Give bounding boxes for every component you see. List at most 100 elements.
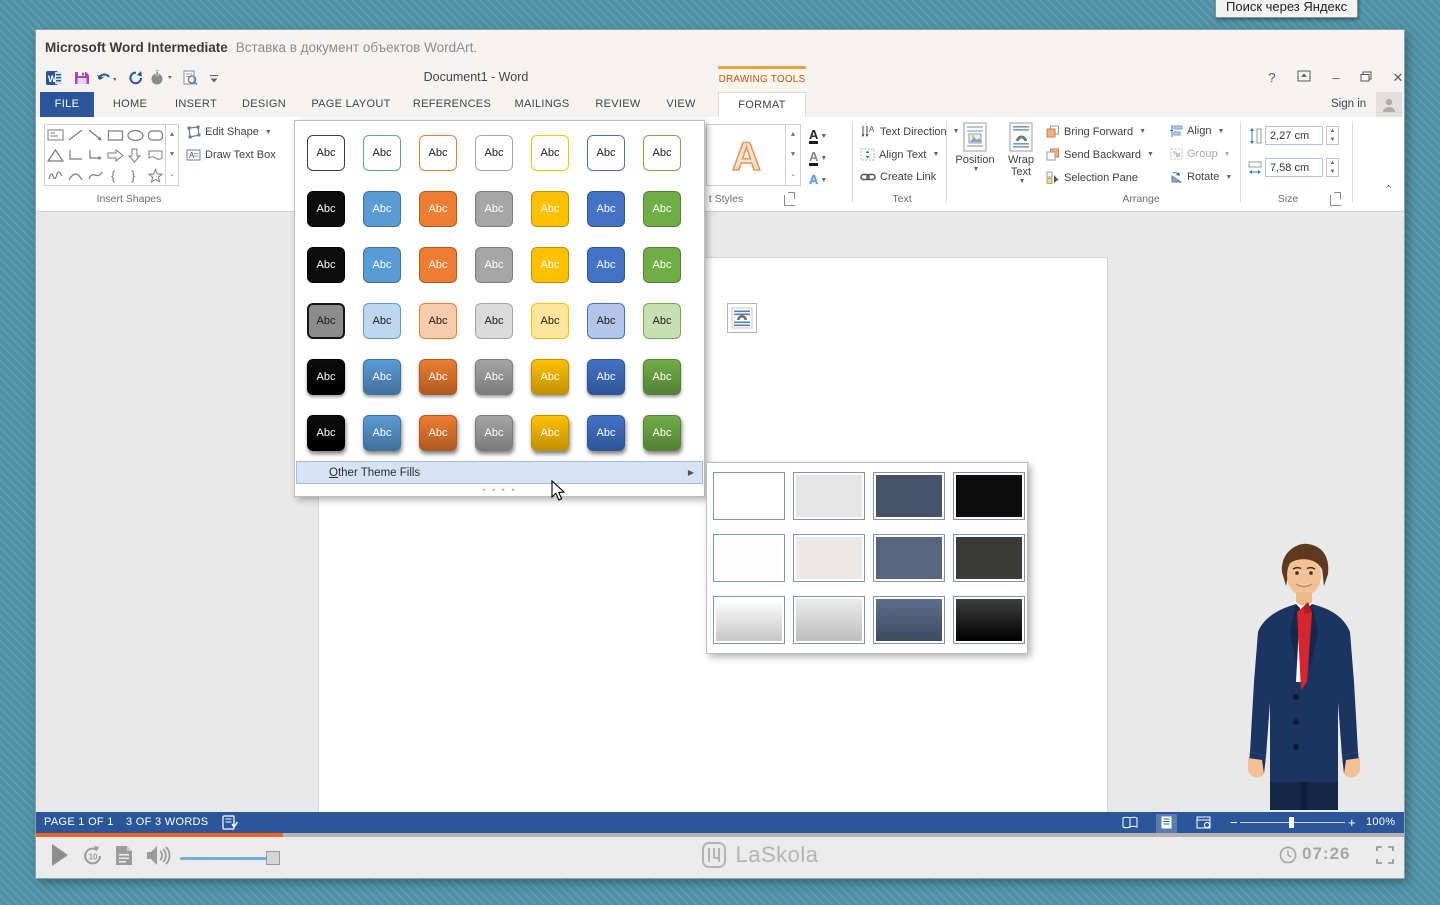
word-count[interactable]: 3 OF 3 WORDS	[126, 812, 208, 833]
theme-fill-black[interactable]	[953, 472, 1025, 520]
shape-star-icon[interactable]	[145, 165, 165, 185]
shape-style-intense-green[interactable]: Abc	[643, 359, 681, 395]
shape-style-solid-line-gray[interactable]: Abc	[475, 247, 513, 283]
zoom-out-button[interactable]: −	[1230, 812, 1238, 833]
zoom-slider-thumb[interactable]	[1289, 817, 1294, 828]
shape-style-solid-orange[interactable]: Abc	[419, 191, 457, 227]
tab-page-layout[interactable]: PAGE LAYOUT	[311, 92, 390, 117]
notes-button[interactable]	[115, 845, 133, 871]
shape-right-brace-icon[interactable]: }	[125, 165, 145, 185]
shape-style-intense-orange[interactable]: Abc	[419, 359, 457, 395]
align-text-button[interactable]: Align Text▼	[860, 148, 939, 161]
print-preview-button[interactable]	[180, 68, 200, 88]
customize-qat-button[interactable]	[204, 68, 224, 88]
theme-fill-white[interactable]	[713, 472, 785, 520]
volume-slider-thumb[interactable]	[266, 851, 280, 865]
shape-style-solid-line-gold[interactable]: Abc	[531, 247, 569, 283]
theme-fill-slate-blue[interactable]	[873, 472, 945, 520]
shape-style-intense-shadow-black[interactable]: Abc	[307, 415, 345, 451]
theme-fill-white-soft[interactable]	[713, 534, 785, 582]
shape-style-intense-blue[interactable]: Abc	[363, 359, 401, 395]
send-backward-button[interactable]: Send Backward▼	[1046, 148, 1154, 161]
shape-style-intense-shadow-green[interactable]: Abc	[643, 415, 681, 451]
wordart-style-sample[interactable]: A	[706, 124, 786, 186]
volume-button[interactable]	[146, 845, 172, 871]
restore-button[interactable]	[1352, 67, 1380, 89]
theme-fill-dark-gray[interactable]	[953, 534, 1025, 582]
tab-references[interactable]: REFERENCES	[413, 92, 491, 117]
shape-style-outline-orange[interactable]: Abc	[419, 135, 457, 171]
shape-textbox-icon[interactable]	[45, 125, 65, 145]
shape-style-outline-blue[interactable]: Abc	[363, 135, 401, 171]
tab-format[interactable]: FORMAT	[718, 92, 806, 117]
wordart-gallery-scrollbar[interactable]: ▲▼⌄	[786, 124, 801, 186]
minimize-button[interactable]: –	[1322, 67, 1350, 89]
shape-down-arrow-icon[interactable]	[125, 145, 145, 165]
shape-arrow-icon[interactable]	[85, 125, 105, 145]
shape-elbow-connector-icon[interactable]	[65, 145, 85, 165]
shape-style-intense-shadow-orange[interactable]: Abc	[419, 415, 457, 451]
shape-style-solid-line-green[interactable]: Abc	[643, 247, 681, 283]
text-fill-button[interactable]: A▼	[809, 126, 843, 146]
rotate-button[interactable]: Rotate▼	[1170, 171, 1232, 183]
shape-rounded-rectangle-icon[interactable]	[145, 125, 165, 145]
shape-style-solid-gray[interactable]: Abc	[475, 191, 513, 227]
redo-button[interactable]	[126, 68, 146, 88]
fullscreen-button[interactable]	[1376, 846, 1394, 869]
layout-options-button[interactable]	[727, 303, 757, 333]
shape-style-solid-line-blue[interactable]: Abc	[363, 247, 401, 283]
tab-insert[interactable]: INSERT	[175, 92, 217, 117]
tab-review[interactable]: REVIEW	[595, 92, 640, 117]
shapes-gallery-scrollbar[interactable]: ▲▼⌄	[166, 124, 179, 186]
tab-view[interactable]: VIEW	[666, 92, 695, 117]
shape-height-input[interactable]: 2,27 cm	[1265, 126, 1323, 145]
shape-style-outline-gray[interactable]: Abc	[475, 135, 513, 171]
other-theme-fills-item[interactable]: Other Theme Fills ▶	[296, 461, 703, 484]
theme-fill-white-gradient[interactable]	[713, 596, 785, 644]
shape-style-intense-black[interactable]: Abc	[307, 359, 345, 395]
video-progress-filled[interactable]	[36, 833, 283, 837]
shape-style-outline-black[interactable]: Abc	[307, 135, 345, 171]
ribbon-display-options-button[interactable]	[1290, 67, 1318, 89]
bring-forward-button[interactable]: Bring Forward▼	[1046, 125, 1146, 138]
shape-style-subtle-gray[interactable]: Abc	[475, 303, 513, 339]
shape-style-intense-shadow-dark-blue[interactable]: Abc	[587, 415, 625, 451]
shape-style-intense-gray[interactable]: Abc	[475, 359, 513, 395]
shape-triangle-icon[interactable]	[45, 145, 65, 165]
wrap-text-button[interactable]: Wrap Text▼	[999, 122, 1043, 188]
shape-arc-icon[interactable]	[65, 165, 85, 185]
shape-style-subtle-orange[interactable]: Abc	[419, 303, 457, 339]
shape-style-solid-blue[interactable]: Abc	[363, 191, 401, 227]
page-indicator[interactable]: PAGE 1 OF 1	[44, 812, 114, 833]
shape-style-intense-shadow-blue[interactable]: Abc	[363, 415, 401, 451]
theme-fill-gray-gradient[interactable]	[793, 596, 865, 644]
position-button[interactable]: Position▼	[953, 122, 997, 188]
zoom-level[interactable]: 100%	[1366, 812, 1395, 833]
undo-button[interactable]	[96, 68, 116, 88]
shape-style-outline-gold[interactable]: Abc	[531, 135, 569, 171]
shape-style-solid-black[interactable]: Abc	[307, 191, 345, 227]
yandex-search-button[interactable]: Поиск через Яндекс	[1215, 0, 1358, 18]
group-button[interactable]: Group▼	[1170, 148, 1231, 160]
shape-style-solid-line-orange[interactable]: Abc	[419, 247, 457, 283]
proofing-status-icon[interactable]	[222, 815, 239, 833]
volume-slider-track[interactable]	[180, 857, 280, 860]
text-outline-button[interactable]: A▼	[809, 148, 843, 168]
save-button[interactable]	[72, 68, 92, 88]
collapse-ribbon-button[interactable]: ⌃	[1384, 183, 1393, 196]
play-button[interactable]	[50, 843, 70, 872]
wordart-styles-dialog-launcher[interactable]	[784, 195, 795, 206]
shape-right-arrow-icon[interactable]	[105, 145, 125, 165]
align-button[interactable]: Align▼	[1170, 125, 1224, 137]
shape-width-input[interactable]: 7,58 cm	[1265, 158, 1323, 177]
shape-left-brace-icon[interactable]: {	[105, 165, 125, 185]
shape-style-subtle-blue[interactable]: Abc	[363, 303, 401, 339]
sign-in-button[interactable]: Sign in	[1331, 92, 1366, 117]
replay-10-button[interactable]: 10	[82, 845, 104, 872]
shape-wave-icon[interactable]	[145, 145, 165, 165]
shape-style-solid-gold[interactable]: Abc	[531, 191, 569, 227]
text-direction-button[interactable]: A Text Direction▼	[860, 125, 960, 138]
width-spinner[interactable]: ▲▼	[1326, 158, 1339, 177]
theme-fill-slate-gradient[interactable]	[873, 596, 945, 644]
close-button[interactable]: ✕	[1384, 67, 1412, 89]
